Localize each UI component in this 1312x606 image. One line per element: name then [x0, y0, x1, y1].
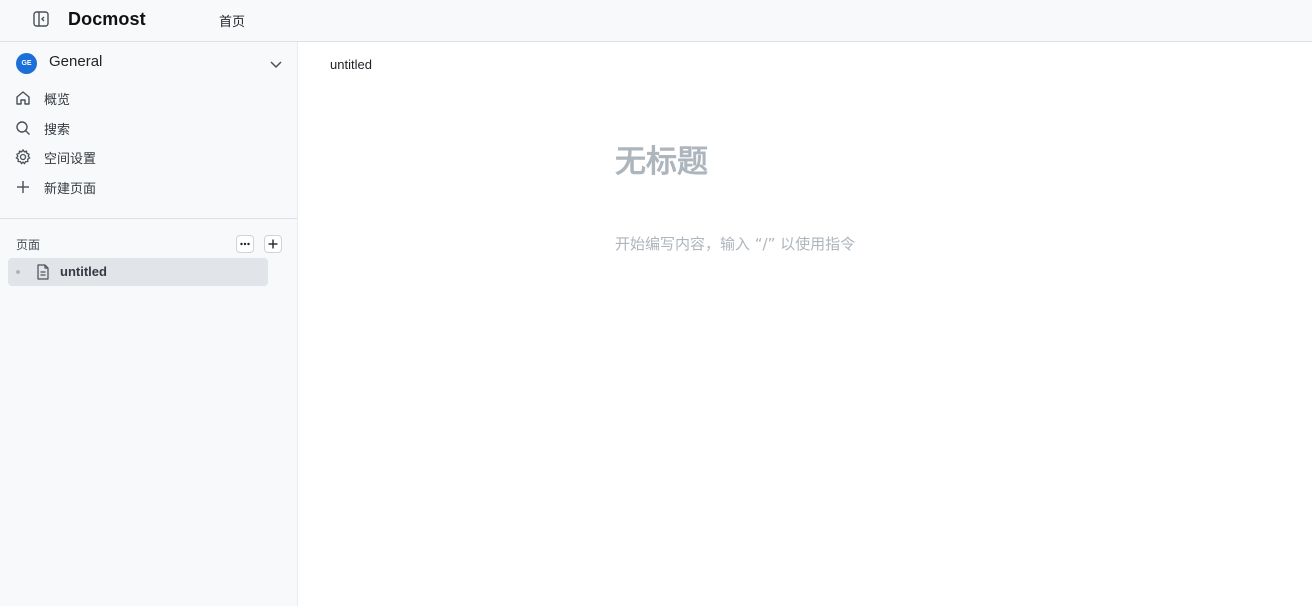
plus-icon [268, 239, 278, 249]
sidebar-divider [0, 218, 297, 219]
sidebar-item-label: 新建页面 [44, 182, 97, 197]
top-bar: Docmost 首页 [0, 0, 1312, 42]
page-title-input[interactable]: 无标题 [615, 136, 708, 181]
dots-icon [240, 242, 250, 246]
breadcrumb[interactable]: untitled [330, 57, 372, 72]
editor-body[interactable]: 开始编写内容，输入 “/” 以使用指令 [615, 233, 855, 254]
sidebar-item-label: 空间设置 [44, 152, 97, 167]
sidebar: GE General 概览 搜索 空间设置 新建页面 页面 untitled [0, 42, 298, 606]
gear-icon [14, 148, 32, 166]
sidebar-item-label: 概览 [44, 93, 71, 108]
tree-bullet[interactable] [16, 270, 20, 274]
pages-more-button[interactable] [236, 235, 254, 253]
sidebar-item-space-settings[interactable]: 空间设置 [14, 145, 284, 169]
sidebar-item-label: 搜索 [44, 123, 71, 138]
sidebar-toggle-icon[interactable] [32, 10, 50, 28]
space-avatar: GE [16, 53, 37, 74]
add-page-button[interactable] [264, 235, 282, 253]
pages-section-title: 页面 [16, 238, 41, 252]
page-icon [35, 263, 51, 281]
sidebar-item-search[interactable]: 搜索 [14, 116, 284, 140]
sidebar-item-overview[interactable]: 概览 [14, 86, 284, 110]
app-logo[interactable]: Docmost [68, 9, 146, 30]
space-name: General [49, 53, 103, 70]
chevron-down-icon [268, 56, 284, 72]
page-tree-label: untitled [60, 264, 107, 279]
search-icon [14, 119, 32, 137]
page-tree-item[interactable]: untitled [8, 258, 268, 286]
home-icon [14, 89, 32, 107]
space-switcher[interactable]: GE General [16, 52, 286, 76]
sidebar-item-new-page[interactable]: 新建页面 [14, 175, 284, 199]
home-link[interactable]: 首页 [219, 11, 245, 30]
plus-icon [14, 178, 32, 196]
